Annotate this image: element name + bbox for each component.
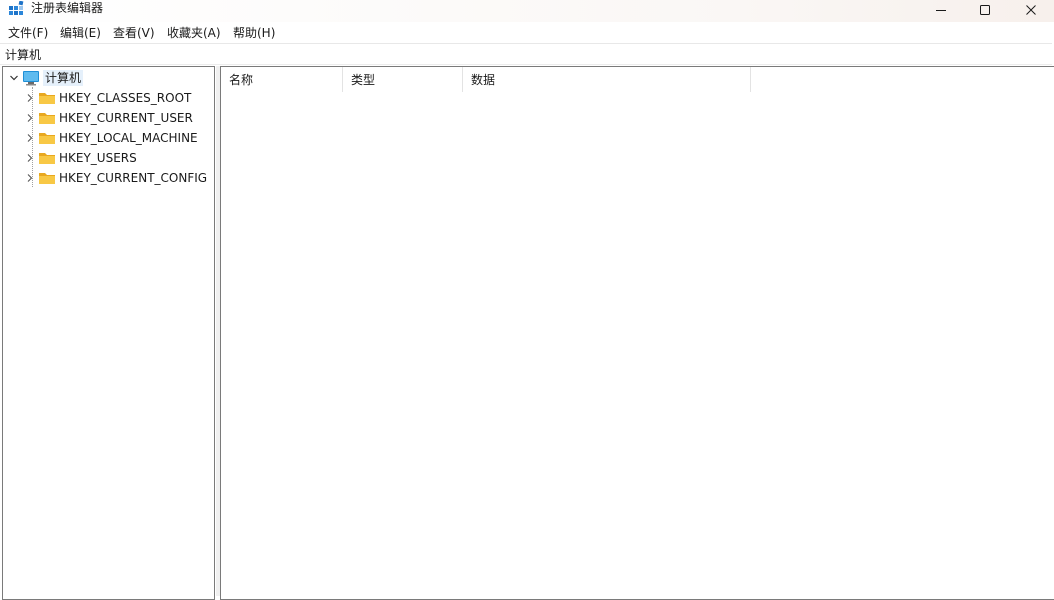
computer-icon bbox=[22, 70, 40, 86]
menu-edit[interactable]: 编辑(E) bbox=[60, 25, 101, 41]
value-list-pane[interactable]: 名称 类型 数据 bbox=[220, 66, 1054, 600]
address-bar[interactable]: 计算机 bbox=[0, 43, 1052, 65]
window-title: 注册表编辑器 bbox=[31, 1, 104, 15]
tree-item-hkey-local-machine[interactable]: HKEY_LOCAL_MACHINE bbox=[7, 129, 212, 147]
chevron-down-icon[interactable] bbox=[8, 69, 20, 87]
menu-file[interactable]: 文件(F) bbox=[8, 25, 48, 41]
tree-item-hkey-current-config[interactable]: HKEY_CURRENT_CONFIG bbox=[7, 169, 212, 187]
column-header-data[interactable]: 数据 bbox=[463, 67, 751, 92]
column-header-label: 数据 bbox=[471, 73, 496, 87]
tree-item-label: HKEY_CURRENT_USER bbox=[59, 111, 193, 125]
folder-icon bbox=[38, 170, 56, 186]
folder-icon bbox=[38, 110, 56, 126]
tree-item-hkey-classes-root[interactable]: HKEY_CLASSES_ROOT bbox=[7, 89, 212, 107]
menu-favorites[interactable]: 收藏夹(A) bbox=[167, 25, 221, 41]
registry-editor-icon bbox=[8, 0, 24, 17]
chevron-right-icon[interactable] bbox=[24, 149, 36, 167]
tree-root-computer[interactable]: 计算机 bbox=[7, 69, 212, 87]
tree-item-label: HKEY_CLASSES_ROOT bbox=[59, 91, 192, 105]
tree-item-label: HKEY_LOCAL_MACHINE bbox=[59, 131, 198, 145]
maximize-button[interactable] bbox=[962, 0, 1008, 20]
menu-bar: 文件(F) 编辑(E) 查看(V) 收藏夹(A) 帮助(H) bbox=[0, 22, 1054, 42]
menu-help[interactable]: 帮助(H) bbox=[233, 25, 275, 41]
menu-view[interactable]: 查看(V) bbox=[113, 25, 155, 41]
key-tree-pane[interactable]: 计算机 HKEY_CLASSES_ROOT HKEY_CURRENT_USER … bbox=[2, 66, 215, 600]
title-bar[interactable]: 注册表编辑器 bbox=[0, 0, 1054, 22]
folder-icon bbox=[38, 130, 56, 146]
tree-item-label: HKEY_CURRENT_CONFIG bbox=[59, 171, 208, 185]
address-path[interactable]: 计算机 bbox=[5, 47, 41, 63]
tree-root-label: 计算机 bbox=[43, 70, 84, 86]
chevron-right-icon[interactable] bbox=[24, 129, 36, 147]
tree-item-hkey-current-user[interactable]: HKEY_CURRENT_USER bbox=[7, 109, 212, 127]
minimize-button[interactable] bbox=[918, 0, 964, 20]
folder-icon bbox=[38, 150, 56, 166]
folder-icon bbox=[38, 90, 56, 106]
column-header-name[interactable]: 名称 bbox=[221, 67, 343, 92]
maximize-icon bbox=[979, 4, 991, 16]
chevron-right-icon[interactable] bbox=[24, 169, 36, 187]
chevron-right-icon[interactable] bbox=[24, 89, 36, 107]
close-button[interactable] bbox=[1008, 0, 1054, 20]
tree-item-label: HKEY_USERS bbox=[59, 151, 137, 165]
column-header-label: 名称 bbox=[229, 73, 254, 87]
minimize-icon bbox=[935, 4, 947, 16]
chevron-right-icon[interactable] bbox=[24, 109, 36, 127]
column-header-type[interactable]: 类型 bbox=[343, 67, 463, 92]
tree-item-hkey-users[interactable]: HKEY_USERS bbox=[7, 149, 212, 167]
close-icon bbox=[1025, 4, 1037, 16]
column-header-label: 类型 bbox=[351, 73, 376, 87]
